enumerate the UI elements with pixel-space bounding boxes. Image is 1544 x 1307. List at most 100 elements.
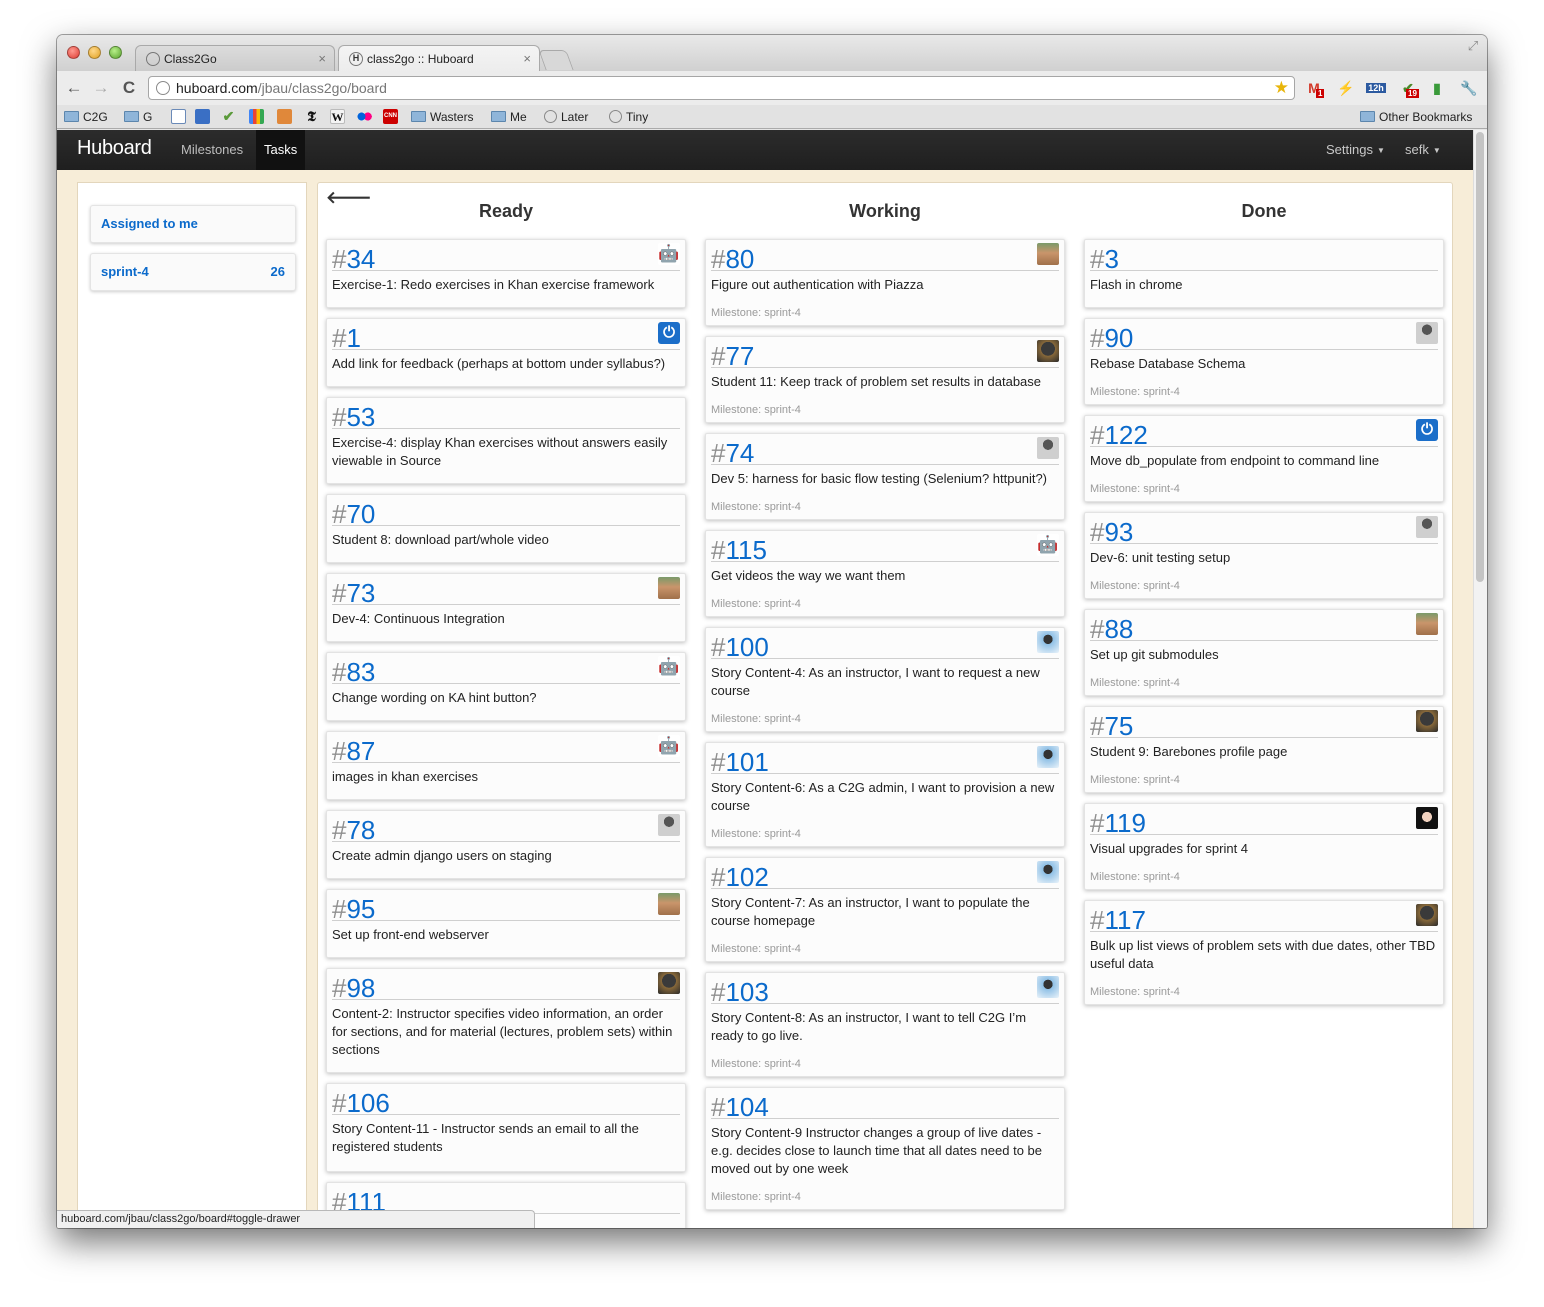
nyt-icon[interactable]: 𝕿 (304, 109, 319, 124)
issue-number-link[interactable]: #122 (1090, 421, 1148, 449)
task-card[interactable]: #106 Story Content-11 - Instructor sends … (326, 1083, 686, 1172)
task-card[interactable]: #77 Student 11: Keep track of problem set… (705, 336, 1065, 423)
reload-icon[interactable]: C (119, 79, 139, 97)
rss-icon[interactable] (195, 109, 210, 124)
issue-number-link[interactable]: #77 (711, 342, 754, 370)
issue-number-link[interactable]: #74 (711, 439, 754, 467)
task-card[interactable]: #73 Dev-4: Continuous Integration (326, 573, 686, 642)
calendar-icon[interactable]: 12h (1366, 79, 1386, 97)
minimize-window-button[interactable] (88, 46, 101, 59)
issue-number-link[interactable]: #53 (332, 403, 375, 431)
filter-sprint-4[interactable]: sprint-4 26 (90, 253, 296, 291)
task-card[interactable]: #70 Student 8: download part/whole video (326, 494, 686, 563)
task-card[interactable]: #87 images in khan exercises 🤖 (326, 731, 686, 800)
task-card[interactable]: #115 Get videos the way we want them Miles… (705, 530, 1065, 617)
task-card[interactable]: #1 Add link for feedback (perhaps at bott… (326, 318, 686, 387)
forward-icon[interactable]: → (91, 79, 111, 97)
bookmark-me[interactable]: Me (491, 109, 527, 125)
tab-huboard[interactable]: H class2go :: Huboard × (338, 45, 540, 73)
task-card[interactable]: #34 Exercise-1: Redo exercises in Khan ex… (326, 239, 686, 308)
bookmark-c2g[interactable]: C2G (64, 109, 108, 125)
close-icon[interactable]: × (318, 51, 326, 66)
issue-number-link[interactable]: #115 (711, 536, 767, 564)
bookmark-later[interactable]: Later (544, 109, 588, 125)
check-icon[interactable]: ✔ (221, 109, 236, 124)
other-bookmarks[interactable]: Other Bookmarks (1360, 109, 1472, 125)
issue-number-link[interactable]: #98 (332, 974, 375, 1002)
issue-number-link[interactable]: #106 (332, 1089, 390, 1117)
issue-number-link[interactable]: #102 (711, 863, 769, 891)
brand-logo[interactable]: Huboard (77, 137, 152, 160)
nav-tasks[interactable]: Tasks (256, 130, 306, 170)
wikipedia-icon[interactable]: W (330, 109, 345, 124)
issue-number-link[interactable]: #34 (332, 245, 375, 273)
issue-number-link[interactable]: #101 (711, 748, 769, 776)
task-card[interactable]: #83 Change wording on KA hint button? 🤖 (326, 652, 686, 721)
task-card[interactable]: #3 Flash in chrome (1084, 239, 1444, 308)
bookmark-star-icon[interactable]: ★ (1274, 78, 1289, 98)
task-card[interactable]: #98 Content-2: Instructor specifies video… (326, 968, 686, 1073)
issue-number-link[interactable]: #88 (1090, 615, 1133, 643)
check-icon[interactable]: ✔ 19 (1398, 79, 1419, 98)
tab-class2go[interactable]: Class2Go × (135, 45, 335, 72)
orange-icon[interactable] (277, 109, 292, 124)
task-card[interactable]: #74 Dev 5: harness for basic flow testing… (705, 433, 1065, 520)
issue-number-link[interactable]: #80 (711, 245, 754, 273)
task-card[interactable]: #75 Student 9: Barebones profile page Mile… (1084, 706, 1444, 793)
task-card[interactable]: #78 Create admin django users on staging (326, 810, 686, 879)
issue-number-link[interactable]: #90 (1090, 324, 1133, 352)
task-card[interactable]: #90 Rebase Database Schema Milestone: spri… (1084, 318, 1444, 405)
task-card[interactable]: #117 Bulk up list views of problem sets w… (1084, 900, 1444, 1005)
issue-number-link[interactable]: #87 (332, 737, 375, 765)
bookmark-g[interactable]: G (124, 109, 152, 125)
task-card[interactable]: #53 Exercise-4: display Khan exercises wi… (326, 397, 686, 484)
zoom-window-button[interactable] (109, 46, 122, 59)
vertical-scrollbar[interactable] (1473, 130, 1487, 1228)
bookmark-wasters[interactable]: Wasters (411, 109, 474, 125)
close-icon[interactable]: × (523, 51, 531, 66)
task-card[interactable]: #122 Move db_populate from endpoint to co… (1084, 415, 1444, 502)
settings-dropdown[interactable]: Settings ▼ (1326, 130, 1385, 170)
task-card[interactable]: #100 Story Content-4: As an instructor, I… (705, 627, 1065, 732)
issue-number-link[interactable]: #70 (332, 500, 375, 528)
issue-number-link[interactable]: #83 (332, 658, 375, 686)
task-card[interactable]: #102 Story Content-7: As an instructor, I… (705, 857, 1065, 962)
close-window-button[interactable] (67, 46, 80, 59)
doc-icon[interactable] (171, 109, 186, 124)
task-card[interactable]: #88 Set up git submodules Milestone: sprin… (1084, 609, 1444, 696)
issue-number-link[interactable]: #78 (332, 816, 375, 844)
feather-icon[interactable]: ⚡ (1336, 79, 1356, 97)
issue-number-link[interactable]: #95 (332, 895, 375, 923)
back-icon[interactable]: ← (64, 79, 84, 97)
google-icon[interactable] (249, 109, 264, 124)
issue-number-link[interactable]: #3 (1090, 245, 1119, 273)
issue-number-link[interactable]: #103 (711, 978, 769, 1006)
issue-number-link[interactable]: #73 (332, 579, 375, 607)
address-bar[interactable]: huboard.com/jbau/class2go/board ★ (148, 76, 1295, 100)
task-card[interactable]: #103 Story Content-8: As an instructor, I… (705, 972, 1065, 1077)
task-card[interactable]: #119 Visual upgrades for sprint 4 Mileston… (1084, 803, 1444, 890)
nav-milestones[interactable]: Milestones (173, 130, 251, 170)
issue-number-link[interactable]: #117 (1090, 906, 1146, 934)
issue-number-link[interactable]: #93 (1090, 518, 1133, 546)
filter-assigned-to-me[interactable]: Assigned to me (90, 205, 296, 243)
issue-number-link[interactable]: #100 (711, 633, 769, 661)
task-card[interactable]: #93 Dev-6: unit testing setup Milestone: s… (1084, 512, 1444, 599)
new-tab-button[interactable] (538, 50, 574, 70)
task-card[interactable]: #101 Story Content-6: As a C2G admin, I w… (705, 742, 1065, 847)
task-card[interactable]: #95 Set up front-end webserver (326, 889, 686, 958)
task-card[interactable]: #80 Figure out authentication with Piazza… (705, 239, 1065, 326)
clip-icon[interactable]: ▮ (1427, 79, 1447, 97)
task-card[interactable]: #104 Story Content-9 Instructor changes a… (705, 1087, 1065, 1210)
gmail-icon[interactable]: M1 (1304, 79, 1325, 98)
issue-number-link[interactable]: #1 (332, 324, 361, 352)
flickr-icon[interactable] (357, 109, 372, 124)
fullscreen-icon[interactable]: ⤢ (1465, 38, 1481, 54)
scrollbar-thumb[interactable] (1476, 132, 1484, 582)
wrench-icon[interactable]: 🔧 (1459, 79, 1479, 97)
issue-number-link[interactable]: #104 (711, 1093, 769, 1121)
bookmark-tiny[interactable]: Tiny (609, 109, 648, 125)
cnn-icon[interactable]: CNN (383, 109, 398, 124)
issue-number-link[interactable]: #75 (1090, 712, 1133, 740)
user-dropdown[interactable]: sefk ▼ (1405, 130, 1441, 170)
